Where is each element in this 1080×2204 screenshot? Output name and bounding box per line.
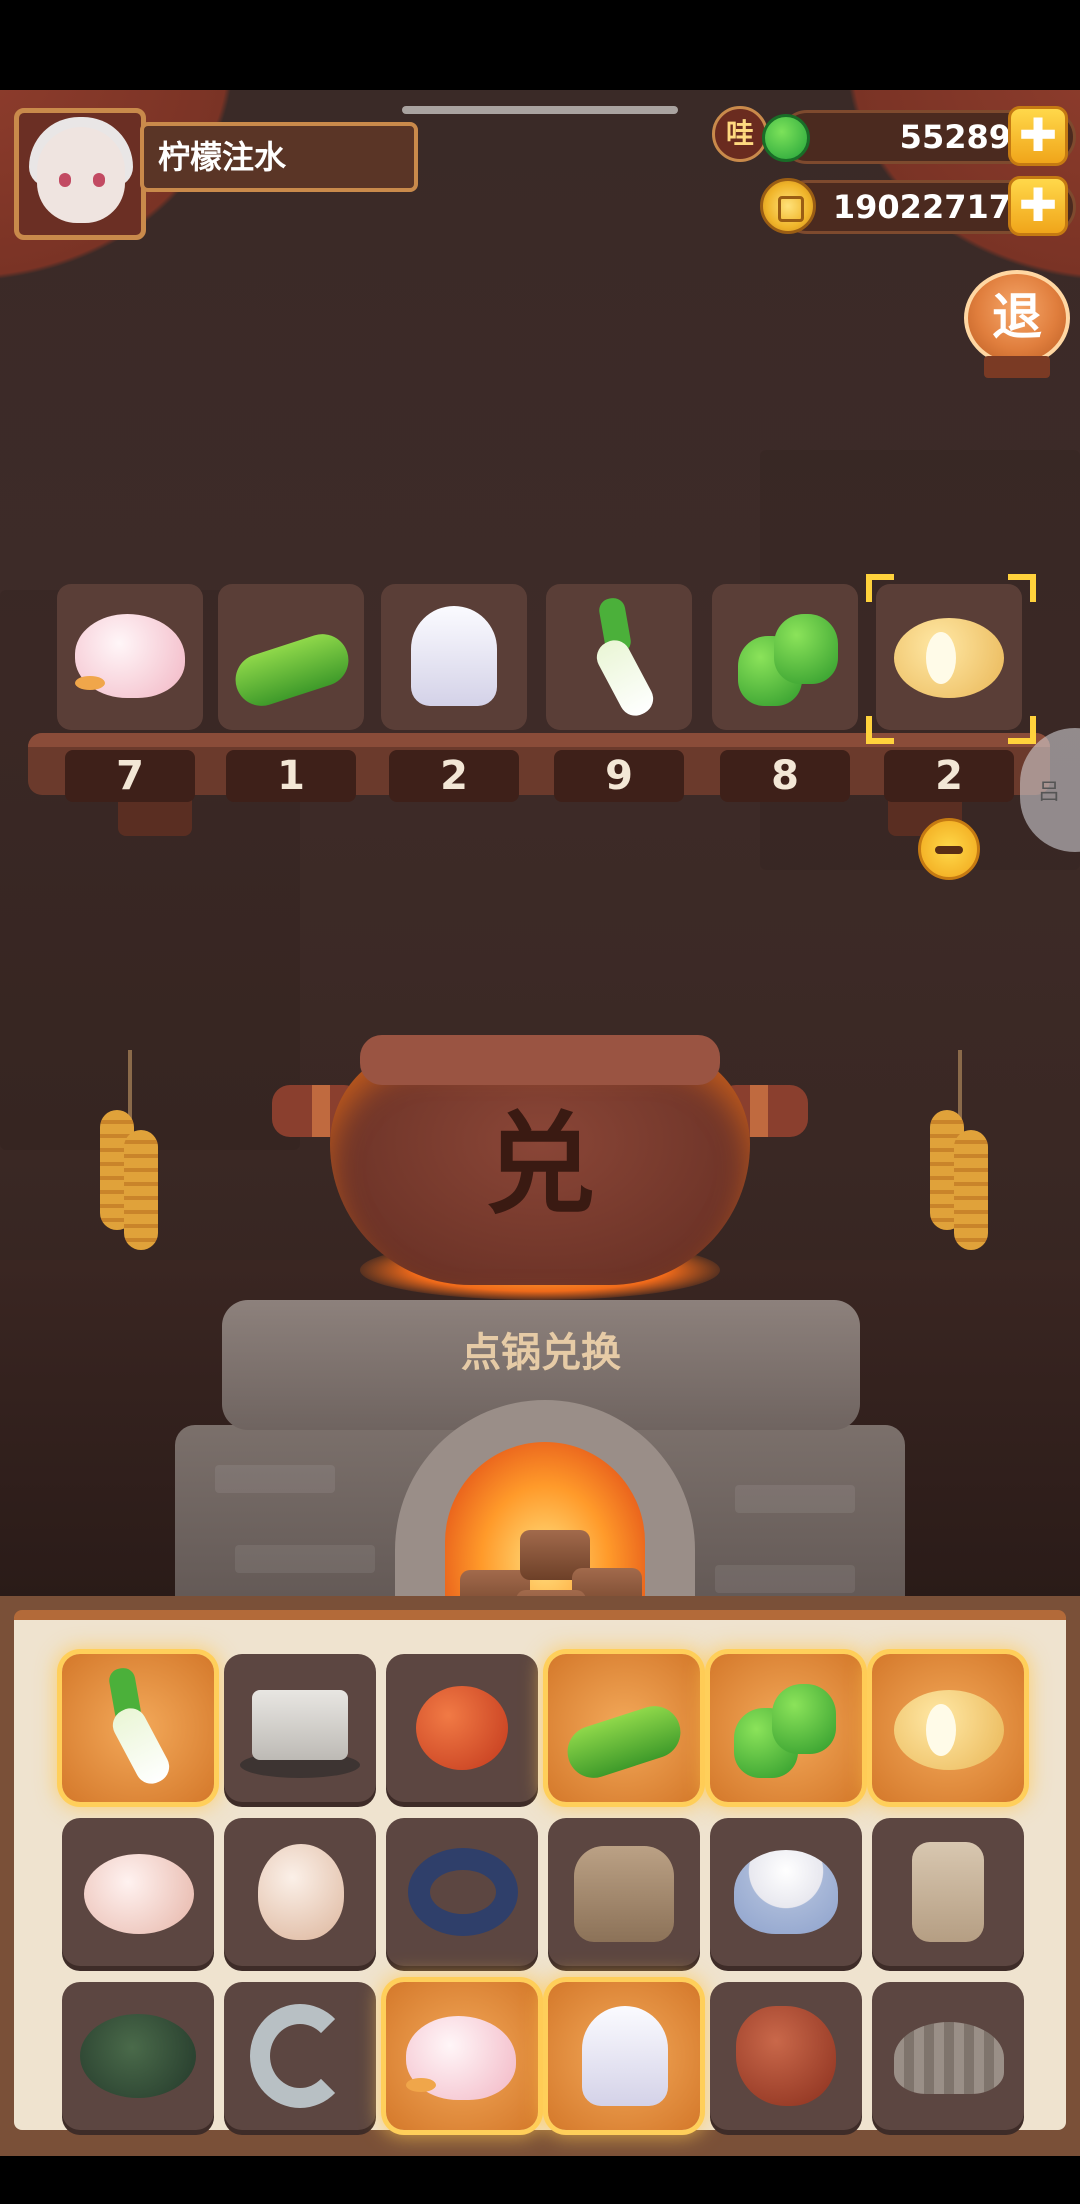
goose-beak [406, 2078, 436, 2092]
hanging-corn [930, 1050, 990, 1250]
egg-icon [258, 1844, 344, 1940]
add-coins-button[interactable]: ✚ [1008, 176, 1068, 236]
inventory-slot-cucumber[interactable] [548, 1654, 700, 1802]
green-pepper-icon [774, 614, 838, 684]
inventory-slot-shrimp[interactable] [224, 1982, 376, 2130]
item-count: 8 [720, 750, 850, 802]
potato-cut [926, 632, 956, 684]
remove-item-button[interactable] [918, 818, 980, 880]
item-count: 7 [65, 750, 195, 802]
shelf-slot-green-pepper[interactable] [712, 584, 858, 730]
swipe-handle[interactable] [402, 106, 678, 114]
avatar-eye [59, 173, 71, 187]
inventory-slot-leek[interactable] [62, 1654, 214, 1802]
jar-icon [912, 1842, 984, 1942]
shelf-slot-goose[interactable] [57, 584, 203, 730]
pot-exchange-character: 兑 [485, 1101, 595, 1229]
selection-corner [866, 716, 894, 744]
gem-icon [762, 114, 810, 162]
clam-icon [894, 2022, 1004, 2094]
selection-corner [1008, 716, 1036, 744]
exit-button-stand [984, 356, 1050, 378]
inventory-slot-tofu[interactable] [224, 1654, 376, 1802]
inventory-slot-green-pepper[interactable] [710, 1654, 862, 1802]
leek-icon [591, 634, 659, 722]
cucumber-icon [228, 627, 356, 713]
shelf-slot-leek[interactable] [546, 584, 692, 730]
side-handle-icon: 吕 [1038, 780, 1061, 805]
exit-button[interactable]: 退 [964, 270, 1070, 380]
fish-icon [408, 1848, 518, 1936]
shrimp-icon [250, 2004, 350, 2108]
inventory-slot-chicken[interactable] [62, 1818, 214, 1966]
pot-rim [360, 1035, 720, 1085]
inventory-slot-tomato[interactable] [386, 1654, 538, 1802]
avatar[interactable] [14, 108, 146, 240]
meat-icon [736, 2006, 836, 2106]
potato-cut [926, 1704, 956, 1756]
selection-corner [866, 574, 894, 602]
rice-bowl-icon [734, 1850, 838, 1934]
cucumber-icon [560, 1699, 688, 1785]
inventory-slot-jar[interactable] [872, 1818, 1024, 1966]
inventory-slot-potato[interactable] [872, 1654, 1024, 1802]
game-screen: 柠檬注水 55289 哇 ✚ 19022717 ✚ 退 7 1 2 9 8 2 … [0, 0, 1080, 2204]
exchange-hint: 点锅兑换 [461, 1330, 621, 1376]
squid-icon [582, 2006, 668, 2106]
kitchen-scene: 柠檬注水 55289 哇 ✚ 19022717 ✚ 退 7 1 2 9 8 2 … [0, 90, 1080, 1600]
item-count: 9 [554, 750, 684, 802]
shelf-slot-squid[interactable] [381, 584, 527, 730]
player-name: 柠檬注水 [140, 122, 418, 192]
goose-beak [75, 676, 105, 690]
avatar-face [37, 127, 125, 223]
status-bar [0, 0, 1080, 90]
inventory-slot-flour[interactable] [548, 1818, 700, 1966]
tofu-icon [252, 1690, 348, 1760]
inventory-slot-rice[interactable] [710, 1818, 862, 1966]
inventory-slot-egg[interactable] [224, 1818, 376, 1966]
inventory-slot-crab[interactable] [62, 1982, 214, 2130]
exit-button-label: 退 [964, 270, 1070, 366]
inventory-slot-meat[interactable] [710, 1982, 862, 2130]
wa-badge: 哇 [712, 106, 768, 162]
shelf-slot-cucumber[interactable] [218, 584, 364, 730]
crab-icon [80, 2014, 196, 2098]
squid-icon [411, 606, 497, 706]
inventory-slot-clam[interactable] [872, 1982, 1024, 2130]
inventory-grid [14, 1610, 1066, 2130]
avatar-eye [93, 173, 105, 187]
shelf-edge [28, 733, 1050, 747]
leek-icon [107, 1702, 175, 1790]
hanging-corn [100, 1050, 160, 1250]
item-count: 1 [226, 750, 356, 802]
item-count: 2 [389, 750, 519, 802]
shelf-slot-potato[interactable] [876, 584, 1022, 730]
tomato-icon [416, 1686, 508, 1770]
add-gems-button[interactable]: ✚ [1008, 106, 1068, 166]
flour-sack-icon [574, 1846, 674, 1942]
navigation-bar [0, 2156, 1080, 2204]
inventory-slot-squid[interactable] [548, 1982, 700, 2130]
selection-corner [1008, 574, 1036, 602]
inventory-slot-fish[interactable] [386, 1818, 538, 1966]
inventory-slot-goose[interactable] [386, 1982, 538, 2130]
item-count: 2 [884, 750, 1014, 802]
inventory-panel [0, 1596, 1080, 2156]
chicken-icon [84, 1854, 194, 1934]
coin-icon [760, 178, 816, 234]
green-pepper-icon [772, 1684, 836, 1754]
